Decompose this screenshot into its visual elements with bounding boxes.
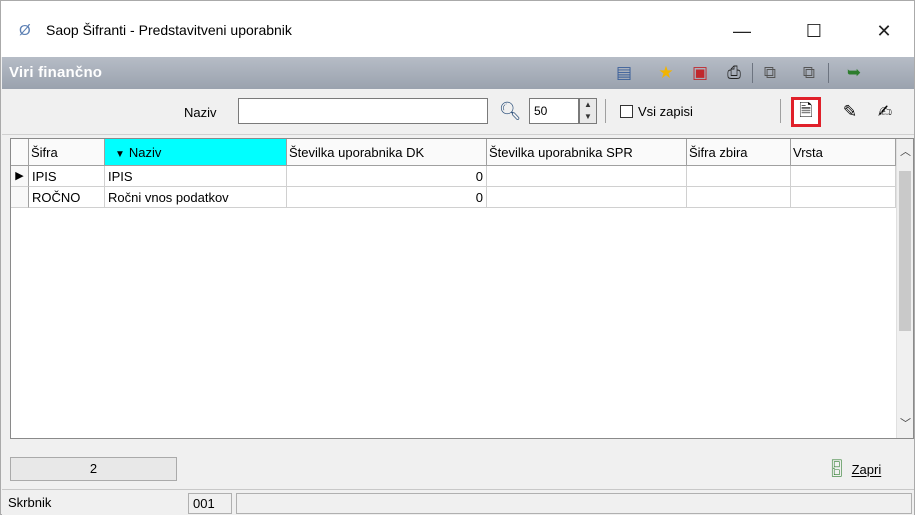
edit-multi-button[interactable]: ✍ [870,97,900,127]
record-count: 2 [10,457,177,481]
column-header-dk[interactable]: Številka uporabnika DK [287,139,487,166]
status-user: Skrbnik [8,495,52,510]
record-limit-stepper[interactable]: ▲ ▼ [579,98,597,124]
table-cell-spr[interactable] [487,166,687,187]
close-button[interactable]: ✕ [861,11,907,51]
exit-icon[interactable]: ➥ [842,61,866,85]
toolbar-separator [828,63,829,83]
close-module-button[interactable]: 🚪︎ Zapri [826,456,881,482]
saop-logo-icon: Ø [19,22,31,39]
table-cell-vrsta[interactable] [791,187,896,208]
print-icon[interactable]: ⎙ [722,61,746,85]
row-indicator-header [11,139,29,166]
window-title: Saop Šifranti - Predstavitveni uporabnik [46,22,292,38]
status-message [236,493,912,514]
table-cell-naziv[interactable]: IPIS [105,166,287,187]
column-header-naziv-label: Naziv [128,145,162,160]
table-cell-dk[interactable]: 0 [287,187,487,208]
naziv-label: Naziv [184,105,217,120]
table-cell-spr[interactable] [487,187,687,208]
row-indicator: ▶ [11,166,29,187]
delete-doc-icon[interactable]: ▣ [688,61,712,85]
table-cell-naziv[interactable]: Ročni vnos podatkov [105,187,287,208]
table-cell-zbira[interactable] [687,166,791,187]
edit-multi-icon: ✍ [877,102,893,121]
column-header-vrsta[interactable]: Vrsta [791,139,896,166]
scrollbar-thumb[interactable] [899,171,911,331]
vsi-zapisi-checkbox[interactable] [620,105,633,118]
table-cell-vrsta[interactable] [791,166,896,187]
table-icon[interactable]: ▤ [612,61,636,85]
sort-desc-icon: ▼ [115,149,125,160]
copy-icon[interactable]: ⧉ [758,61,782,85]
edit-record-icon: ✎ [842,102,858,121]
title-bar: Ø Saop Šifranti - Predstavitveni uporabn… [1,1,914,57]
table-cell-sifra[interactable]: IPIS [29,166,105,187]
table-cell-dk[interactable]: 0 [287,166,487,187]
scroll-down-icon[interactable]: ﹀ [897,416,914,433]
app-window: Ø Saop Šifranti - Predstavitveni uporabn… [0,0,915,515]
status-bar: Skrbnik 001 [2,489,914,515]
filter-separator [780,99,781,123]
edit-record-button[interactable]: ✎ [835,97,865,127]
stepper-down-icon[interactable]: ▼ [580,111,596,123]
naziv-search-input[interactable] [238,98,488,124]
status-code: 001 [188,493,232,514]
column-header-sifra[interactable]: Šifra [29,139,105,166]
data-grid: Šifra ▼ Naziv Številka uporabnika DK Štev… [10,138,914,439]
module-bar: Viri finančno ▤ ★ ▣ ⎙ ⧉ ⧉ ➥ [2,57,914,89]
toolbar-separator [752,63,753,83]
column-header-naziv[interactable]: ▼ Naziv [105,139,287,166]
new-record-icon: 🗎︎ [799,100,813,120]
vsi-zapisi-label: Vsi zapisi [638,104,693,119]
door-exit-icon: 🚪︎ [826,459,848,478]
star-icon[interactable]: ★ [654,61,678,85]
paste-icon[interactable]: ⧉ [797,61,821,85]
table-cell-zbira[interactable] [687,187,791,208]
stepper-up-icon[interactable]: ▲ [580,99,596,111]
filter-bar: Naziv 🔍︎ 50 ▲ ▼ Vsi zapisi 🗎︎ ✎ ✍ [2,89,914,135]
maximize-button[interactable]: ☐ [791,11,837,51]
column-header-spr[interactable]: Številka uporabnika SPR [487,139,687,166]
module-title: Viri finančno [9,64,103,81]
scroll-up-icon[interactable]: ︿ [897,144,914,161]
vertical-scrollbar[interactable]: ︿ ﹀ [896,139,913,438]
record-limit-input[interactable]: 50 [529,98,579,124]
new-record-button[interactable]: 🗎︎ [791,97,821,127]
column-header-sifra-zbira[interactable]: Šifra zbira [687,139,791,166]
minimize-button[interactable]: — [719,11,765,51]
table-cell-sifra[interactable]: ROČNO [29,187,105,208]
search-icon[interactable]: 🔍︎ [498,98,522,124]
filter-separator [605,99,606,123]
close-module-label: Zapri [851,461,882,477]
row-indicator [11,187,29,208]
